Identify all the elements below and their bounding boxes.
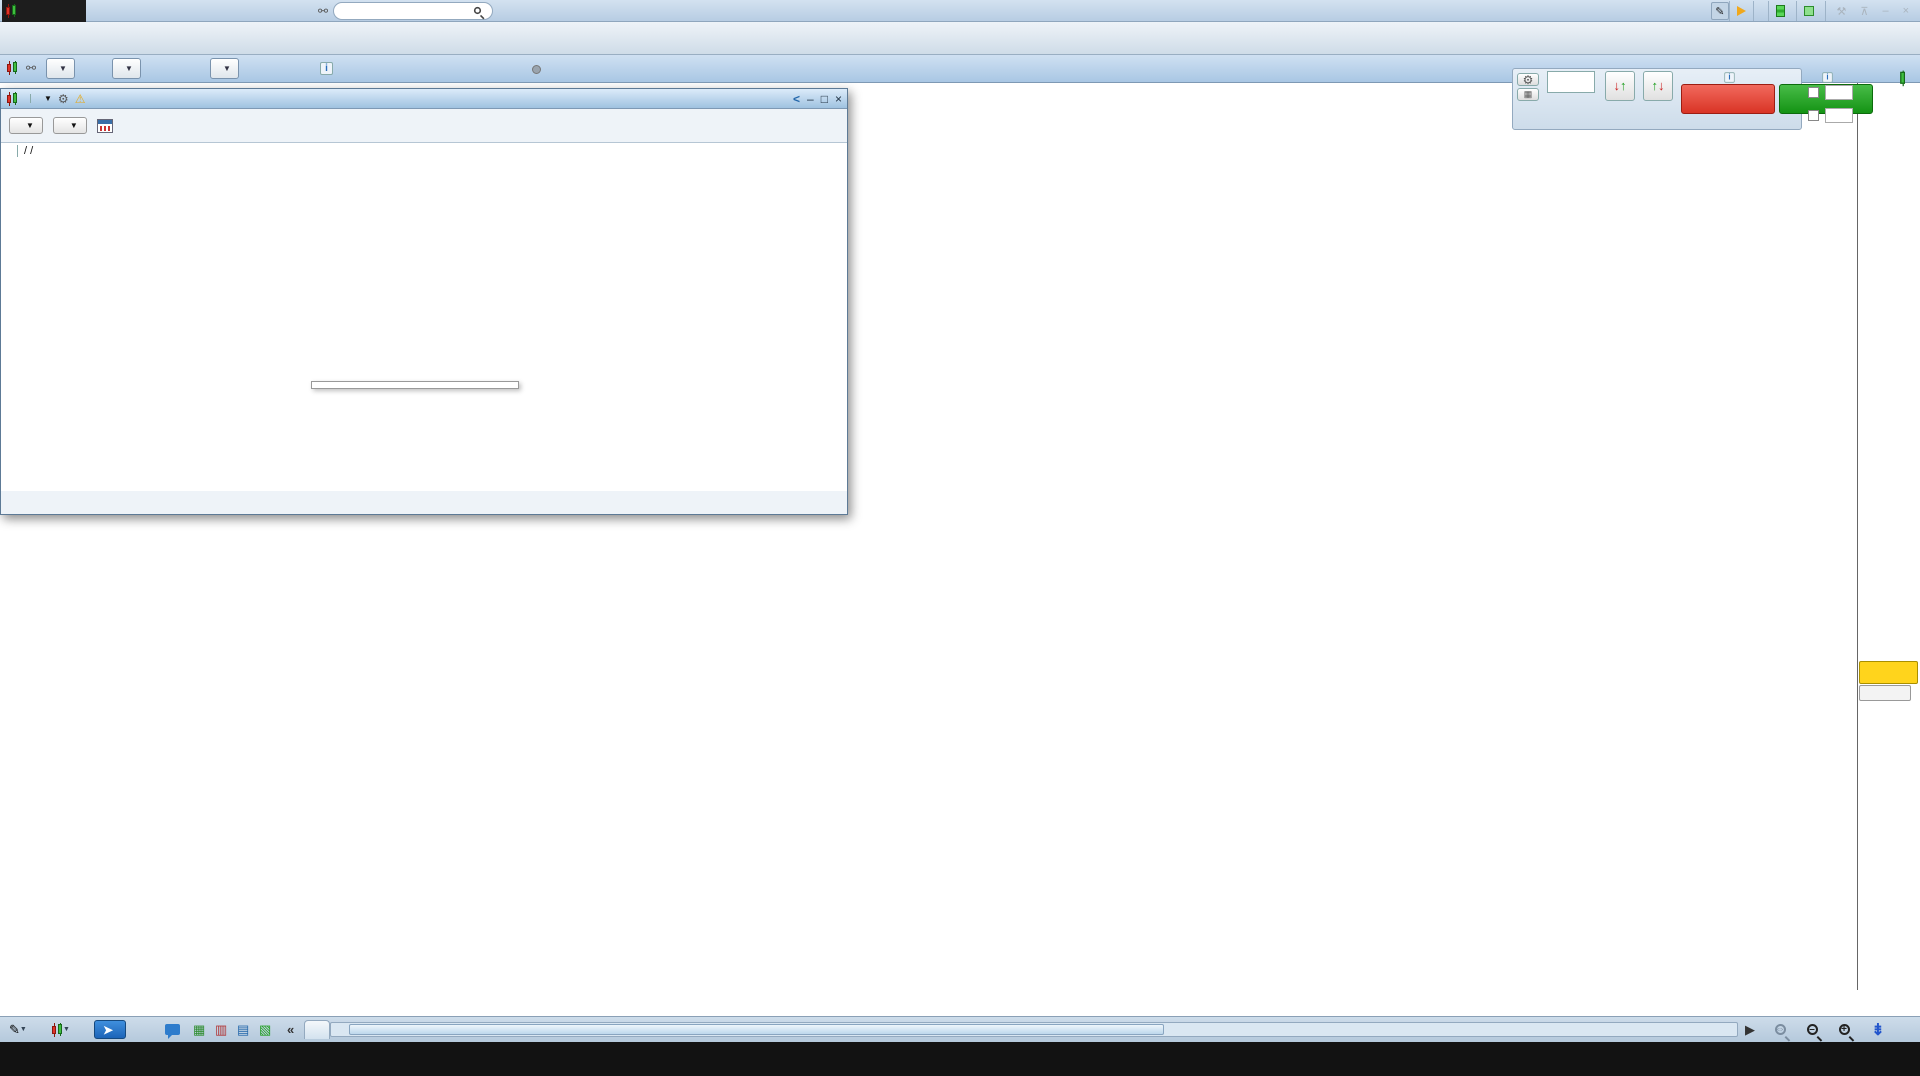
collapse-toolbar-icon[interactable]: «	[284, 1020, 297, 1039]
portfolio-icon[interactable]: ▥	[212, 1020, 230, 1039]
window-close-icon[interactable]: ×	[835, 92, 842, 106]
instruments-filter-dropdown[interactable]: ▼	[30, 94, 52, 103]
sell-label: i	[1681, 71, 1777, 84]
chart-type-icon[interactable]	[6, 61, 18, 75]
pin-icon[interactable]: ⊼	[1856, 5, 1872, 18]
price-axis[interactable]	[1857, 83, 1920, 990]
share-button[interactable]: ➤	[94, 1020, 127, 1039]
push-status-icon	[1775, 5, 1785, 17]
stop-bracket-row	[1808, 108, 1856, 123]
timeframe-dropdown[interactable]: ▼	[112, 58, 141, 79]
window-maximize-icon[interactable]: □	[821, 92, 828, 106]
scroll-right-icon[interactable]: ▶	[1742, 1020, 1758, 1039]
market-status-icon	[532, 65, 541, 74]
trades-filter-dropdown[interactable]: ▼	[52, 117, 87, 134]
close-icon[interactable]: ×	[1899, 5, 1913, 17]
performance-filters: ▼ ▼	[1, 109, 847, 143]
chat-icon[interactable]	[162, 1020, 183, 1039]
symbol-dropdown[interactable]: ▼	[46, 58, 75, 79]
stop-order-button[interactable]: ↑ ↓	[1643, 71, 1673, 101]
menu-bar: ⚯ ✎ ⚒ ⊼ – ×	[0, 0, 1920, 22]
calendar-icon[interactable]	[96, 118, 113, 133]
warning-icon[interactable]: ⚠	[75, 92, 86, 106]
search-icon[interactable]	[473, 6, 482, 15]
drawing-toolbar	[0, 22, 1920, 55]
link-chart-icon[interactable]: ⚯	[26, 61, 36, 75]
share-icon[interactable]: <	[793, 92, 800, 106]
performance-window: ▼ ⚙ ⚠ < – □ × ▼ ▼ / /	[0, 88, 848, 515]
equity-x-axis	[1, 491, 847, 509]
search-box	[333, 2, 493, 21]
performance-settings-icon[interactable]: ⚙	[58, 92, 69, 106]
draw-mode-icon[interactable]: ✎ ▼	[6, 1020, 30, 1039]
close-price-badge	[1859, 685, 1911, 701]
performance-window-titlebar[interactable]: ▼ ⚙ ⚠ < – □ ×	[1, 89, 847, 109]
bottom-toolbar: ✎ ▼ ▼ ➤ ▦ ▥ ▤ ▧ « ▶ ⇔ – + ⇟	[0, 1016, 1920, 1042]
zoom-fit-icon[interactable]: ⇔	[1768, 1020, 1792, 1039]
workspace-tab[interactable]	[304, 1020, 330, 1039]
trading-scope-dropdown[interactable]: ▼	[9, 117, 43, 134]
search-input[interactable]	[342, 5, 472, 21]
dealthru-button[interactable]	[1795, 1, 1825, 21]
limit-order-button[interactable]: ↓ ↑	[1605, 71, 1635, 101]
watchlist-icon[interactable]: ▦	[190, 1020, 208, 1039]
chart-scrollbar[interactable]	[330, 1022, 1738, 1037]
equity-plot-header: / /	[5, 145, 39, 157]
order-settings-icon[interactable]: ⚙	[1517, 73, 1539, 87]
quantity-input[interactable]	[1547, 71, 1595, 93]
performance-window-icon	[6, 91, 18, 106]
keyboard-icon[interactable]: ▦	[1517, 88, 1539, 101]
sell-button[interactable]	[1681, 84, 1775, 114]
minimize-icon[interactable]: –	[1878, 5, 1892, 17]
info-icon[interactable]: i	[320, 62, 333, 75]
stop-bracket-value[interactable]	[1825, 108, 1853, 123]
zoom-in-icon[interactable]: +	[1832, 1020, 1856, 1039]
equity-curve-canvas	[1, 143, 847, 491]
limit-bracket-row	[1808, 85, 1856, 100]
stop-bracket-checkbox[interactable]	[1808, 110, 1819, 121]
current-price-badge	[1859, 661, 1918, 684]
workspace-button[interactable]	[1752, 1, 1768, 21]
push-button[interactable]	[1767, 1, 1796, 21]
bar-spacing-icon[interactable]: ⇟	[1866, 1020, 1890, 1039]
dealthru-status-icon	[1803, 6, 1814, 16]
window-minimize-icon[interactable]: –	[807, 92, 814, 106]
orders-list-icon[interactable]: ▧	[256, 1020, 274, 1039]
sell-info-icon: i	[1723, 72, 1735, 83]
equity-curve-plot: / /	[1, 143, 847, 491]
limit-bracket-value[interactable]	[1825, 85, 1853, 100]
trade-tooltip	[311, 381, 519, 389]
units-dropdown[interactable]: ▼	[210, 58, 239, 79]
windows-taskbar	[0, 1042, 1920, 1076]
link-instruments-icon[interactable]: ⚯	[316, 0, 330, 22]
buy-label: i	[1779, 71, 1875, 84]
chart-scrollbar-thumb[interactable]	[349, 1024, 1164, 1035]
flag-icon[interactable]	[1728, 1, 1753, 21]
chart-settings-icon[interactable]	[1893, 70, 1909, 90]
buy-info-icon: i	[1821, 72, 1833, 83]
order-entry-panel: ⚙ ▦ ↓ ↑ ↑ ↓ i i	[1512, 68, 1873, 130]
prorealtime-app: ⚯ ✎ ⚒ ⊼ – × ⚯ ▼ ▼ ▼ i ⚙ ▦ ↓ ↑ ↑ ↓ i i ▼ …	[0, 0, 1920, 1076]
chart-style-icon[interactable]: ▼	[48, 1020, 73, 1039]
prorealtime-logo-icon	[5, 4, 17, 18]
zoom-out-icon[interactable]: –	[1800, 1020, 1824, 1039]
annotate-icon[interactable]: ✎	[1711, 2, 1729, 20]
app-logo	[2, 0, 86, 22]
detach-icon[interactable]: ⚒	[1833, 5, 1851, 18]
limit-bracket-checkbox[interactable]	[1808, 87, 1819, 98]
mini-chart-icon[interactable]: ▤	[234, 1020, 252, 1039]
